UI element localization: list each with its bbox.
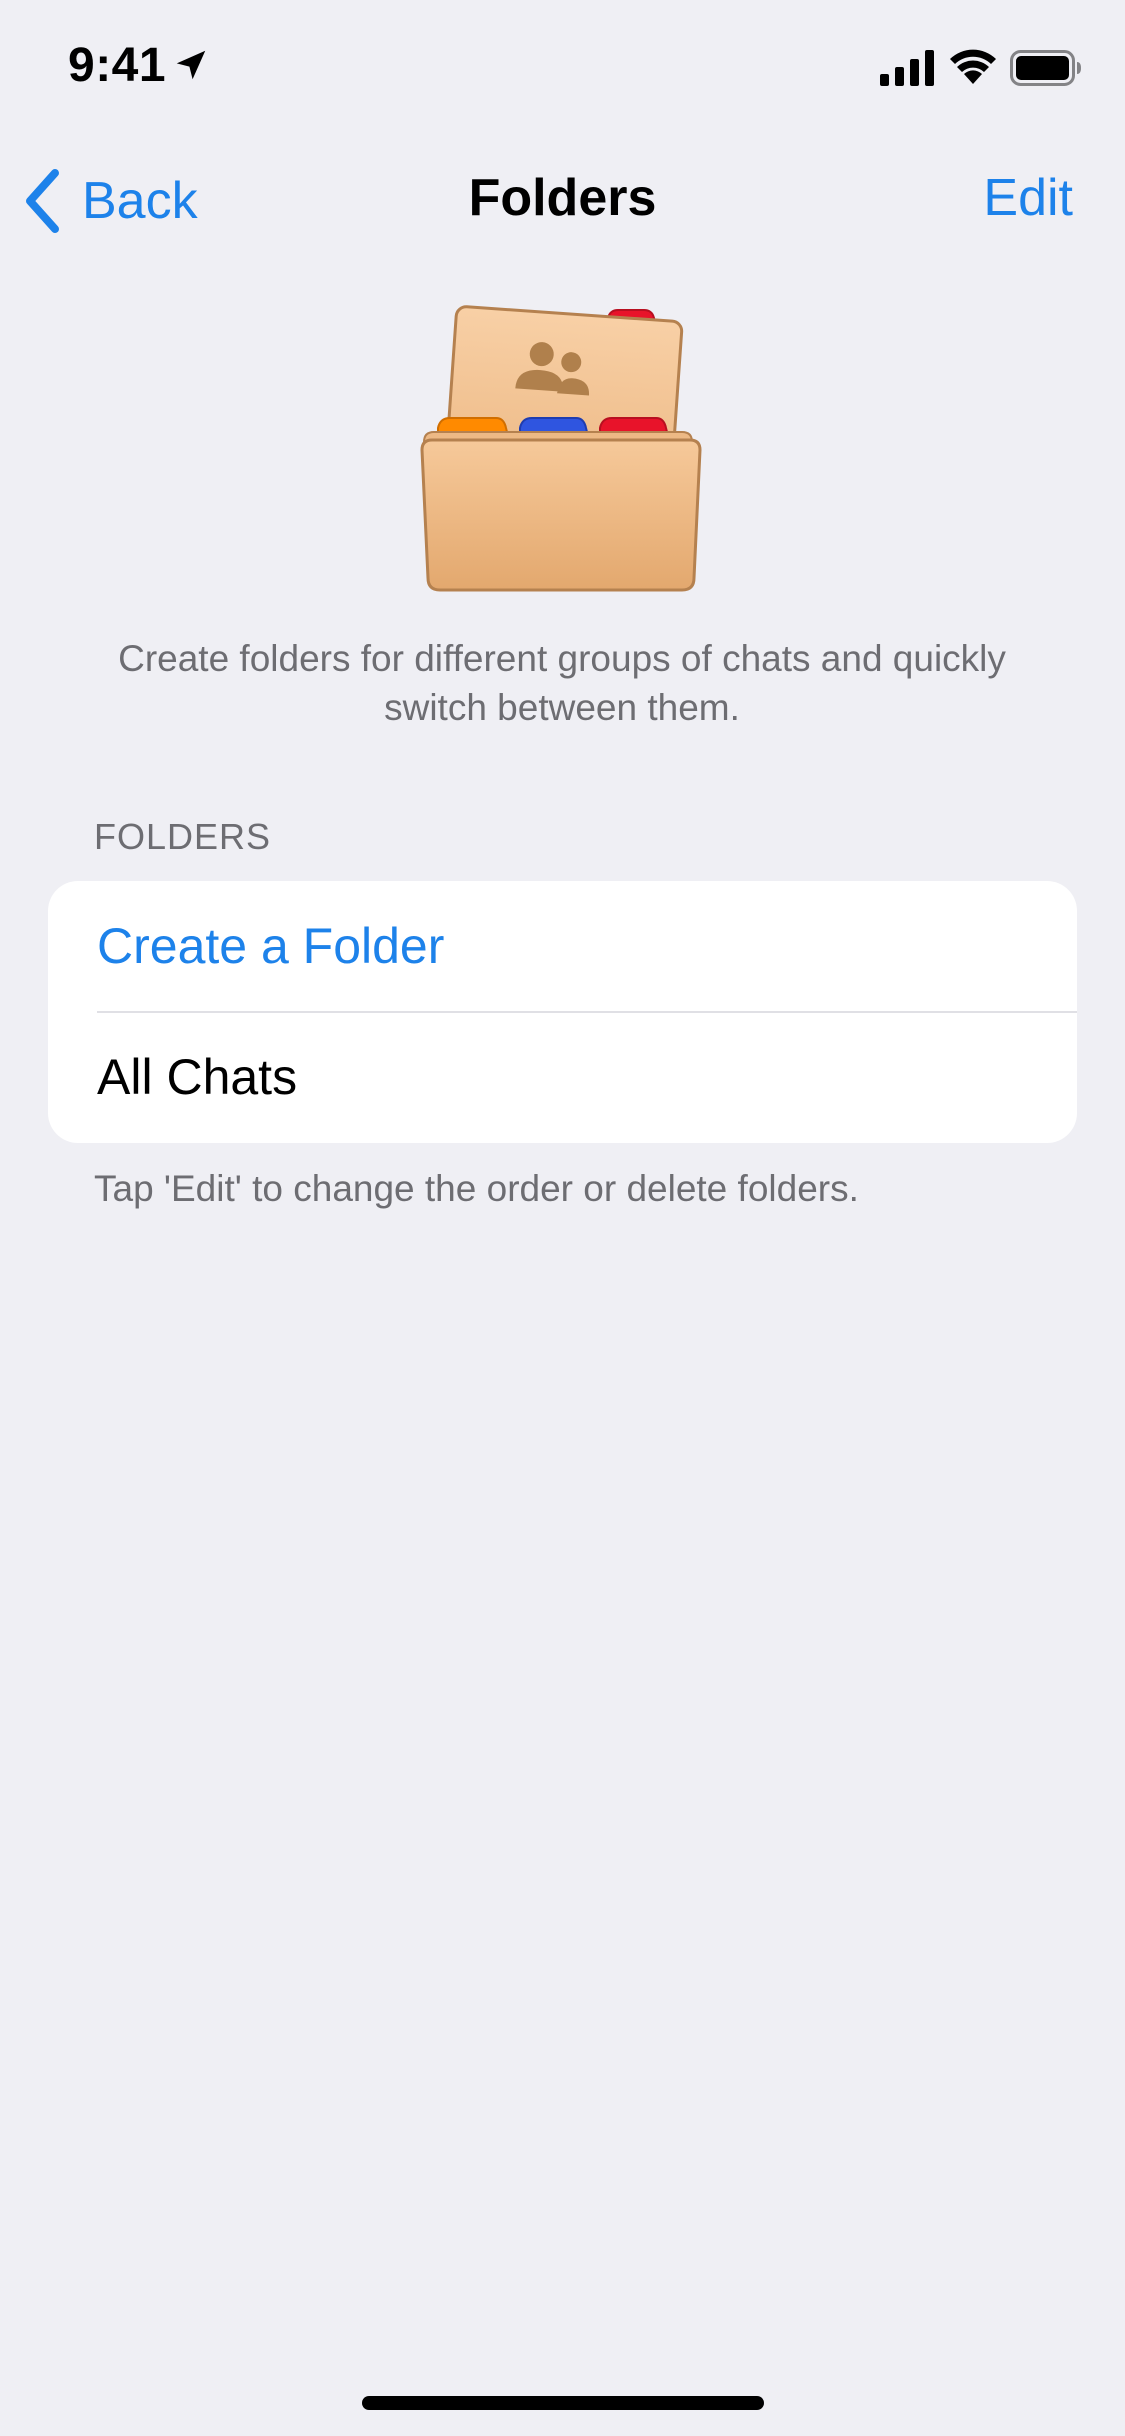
create-folder-label: Create a Folder <box>97 918 445 974</box>
location-arrow-icon <box>176 50 206 80</box>
section-footer: Tap 'Edit' to change the order or delete… <box>94 1168 859 1209</box>
battery-icon <box>1010 50 1081 86</box>
status-time: 9:41 <box>68 39 167 92</box>
create-folder-button[interactable]: Create a Folder <box>48 881 1077 1012</box>
folders-illustration-icon <box>420 305 702 592</box>
all-chats-label: All Chats <box>97 1049 298 1105</box>
chevron-left-icon <box>26 169 59 233</box>
cellular-signal-icon <box>880 50 934 86</box>
navigation-bar: Back Folders Edit <box>0 150 1125 250</box>
back-label: Back <box>82 172 198 230</box>
back-button[interactable]: Back <box>22 166 198 236</box>
status-bar: 9:41 <box>0 0 1125 140</box>
description-text: Create folders for different groups of c… <box>118 638 1006 728</box>
folders-list: Create a Folder All Chats <box>48 881 1077 1143</box>
wifi-icon <box>950 49 996 84</box>
list-item-all-chats[interactable]: All Chats <box>48 1012 1077 1143</box>
home-indicator <box>362 2396 764 2410</box>
section-header: FOLDERS <box>94 816 272 857</box>
edit-button[interactable]: Edit <box>983 168 1073 228</box>
